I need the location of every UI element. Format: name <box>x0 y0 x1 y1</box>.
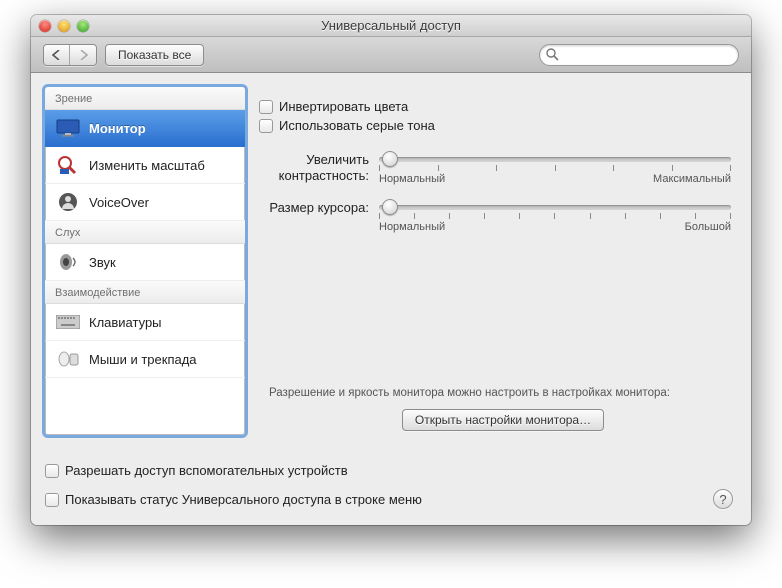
cursor-label: Размер курсора: <box>259 199 369 216</box>
sidebar-item-audio[interactable]: Звук <box>45 244 245 281</box>
traffic-lights <box>39 20 89 32</box>
sidebar-item-label: Монитор <box>89 121 146 136</box>
display-hint: Разрешение и яркость монитора можно наст… <box>269 385 737 401</box>
cursor-min-label: Нормальный <box>379 221 445 233</box>
slider-knob[interactable] <box>382 199 398 215</box>
chevron-right-icon <box>79 50 88 60</box>
checkbox-icon <box>45 493 59 507</box>
checkbox-icon <box>259 119 273 133</box>
cursor-slider[interactable] <box>379 205 731 210</box>
sidebar-item-label: Мыши и трекпада <box>89 352 197 367</box>
search-icon <box>546 48 559 61</box>
checkbox-label: Разрешать доступ вспомогательных устройс… <box>65 463 348 478</box>
minimize-icon[interactable] <box>58 20 70 32</box>
toolbar: Показать все <box>31 37 751 73</box>
nav-segment <box>43 44 97 66</box>
sidebar-group-interaction: Взаимодействие <box>45 281 245 304</box>
back-button[interactable] <box>44 45 70 65</box>
zoom-window-icon[interactable] <box>77 20 89 32</box>
cursor-max-label: Большой <box>685 221 731 233</box>
slider-knob[interactable] <box>382 151 398 167</box>
content-pane: Инвертировать цвета Использовать серые т… <box>259 87 737 435</box>
sidebar-group-hearing: Слух <box>45 221 245 244</box>
show-all-button[interactable]: Показать все <box>105 44 204 66</box>
sidebar-item-keyboard[interactable]: Клавиатуры <box>45 304 245 341</box>
keyboard-icon <box>55 312 81 332</box>
sidebar-item-label: Клавиатуры <box>89 315 162 330</box>
search-field[interactable] <box>539 44 739 66</box>
help-button[interactable]: ? <box>713 489 733 509</box>
checkbox-icon <box>259 100 273 114</box>
invert-colors-checkbox[interactable]: Инвертировать цвета <box>259 99 737 114</box>
grayscale-checkbox[interactable]: Использовать серые тона <box>259 118 737 133</box>
sidebar-group-vision: Зрение <box>45 87 245 110</box>
checkbox-label: Показывать статус Универсального доступа… <box>65 492 422 507</box>
voiceover-icon <box>55 192 81 212</box>
sidebar-item-zoom[interactable]: Изменить масштаб <box>45 147 245 184</box>
mouse-icon <box>55 349 81 369</box>
sidebar-item-display[interactable]: Монитор <box>45 110 245 147</box>
open-display-prefs-button[interactable]: Открыть настройки монитора… <box>402 409 604 431</box>
contrast-min-label: Нормальный <box>379 173 445 185</box>
chevron-left-icon <box>52 50 61 60</box>
checkbox-icon <box>45 464 59 478</box>
contrast-slider[interactable] <box>379 157 731 162</box>
preferences-window: Универсальный доступ Показать все Зрение <box>31 15 751 525</box>
sidebar-item-label: Звук <box>89 255 116 270</box>
sidebar-item-mouse[interactable]: Мыши и трекпада <box>45 341 245 378</box>
show-menu-status-checkbox[interactable]: Показывать статус Универсального доступа… <box>45 492 737 507</box>
sidebar-item-label: VoiceOver <box>89 195 149 210</box>
search-input[interactable] <box>539 44 739 66</box>
footer: Разрешать доступ вспомогательных устройс… <box>31 449 751 525</box>
assistive-devices-checkbox[interactable]: Разрешать доступ вспомогательных устройс… <box>45 463 737 478</box>
window-title: Универсальный доступ <box>31 18 751 33</box>
forward-button[interactable] <box>70 45 96 65</box>
checkbox-label: Использовать серые тона <box>279 118 435 133</box>
zoom-icon <box>55 155 81 175</box>
sidebar: Зрение Монитор Изменить масштаб <box>45 87 245 435</box>
titlebar: Универсальный доступ <box>31 15 751 37</box>
close-icon[interactable] <box>39 20 51 32</box>
contrast-max-label: Максимальный <box>653 173 731 185</box>
speaker-icon <box>55 252 81 272</box>
sidebar-item-voiceover[interactable]: VoiceOver <box>45 184 245 221</box>
sidebar-item-label: Изменить масштаб <box>89 158 205 173</box>
checkbox-label: Инвертировать цвета <box>279 99 408 114</box>
contrast-label: Увеличить контрастность: <box>259 151 369 185</box>
monitor-icon <box>55 118 81 138</box>
